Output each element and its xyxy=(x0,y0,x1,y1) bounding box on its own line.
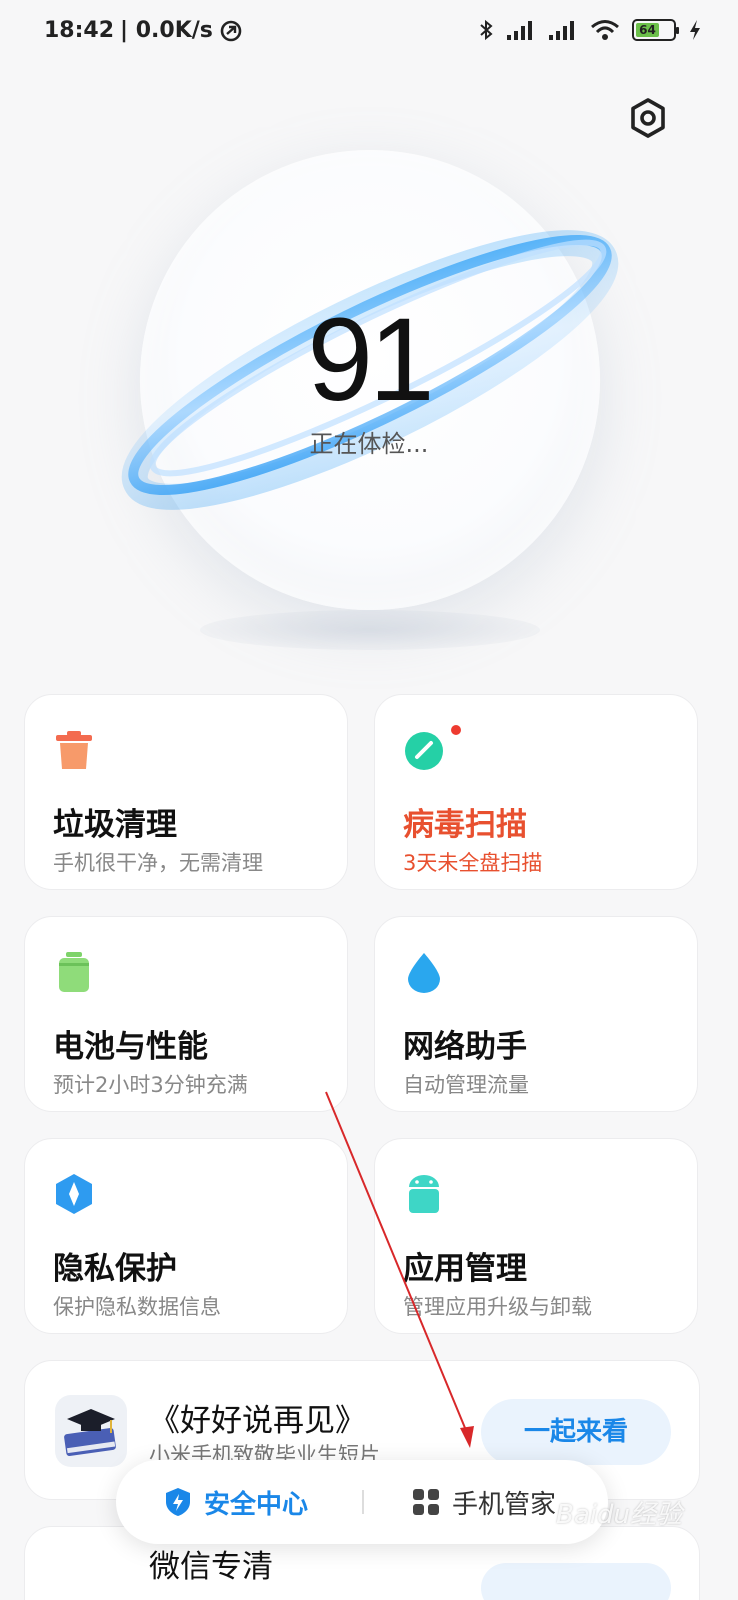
promo2-title: 微信专清 xyxy=(149,1549,273,1585)
bottom-tab-bar: 安全中心 手机管家 xyxy=(116,1460,608,1544)
card-subtitle: 自动管理流量 xyxy=(403,1073,529,1097)
card-title: 隐私保护 xyxy=(53,1251,177,1287)
card-subtitle: 3天未全盘扫描 xyxy=(403,851,543,875)
virus-scan-icon xyxy=(405,732,443,770)
status-time: 18:42 xyxy=(44,18,115,43)
settings-button[interactable] xyxy=(626,96,670,140)
shield-bolt-icon xyxy=(166,1488,190,1516)
card-network-assistant[interactable]: 网络助手 自动管理流量 xyxy=(374,916,698,1112)
status-net-speed: | 0.0K/s xyxy=(120,18,213,43)
grid-apps-icon xyxy=(413,1489,439,1515)
watch-together-button[interactable]: 一起来看 xyxy=(481,1399,671,1465)
card-subtitle: 管理应用升级与卸载 xyxy=(403,1295,592,1319)
battery-icon xyxy=(59,952,89,992)
card-privacy-protection[interactable]: 隐私保护 保护隐私数据信息 xyxy=(24,1138,348,1334)
card-title: 应用管理 xyxy=(403,1251,527,1287)
card-subtitle: 手机很干净，无需清理 xyxy=(53,851,263,875)
card-battery-performance[interactable]: 电池与性能 预计2小时3分钟充满 xyxy=(24,916,348,1112)
promo2-button[interactable] xyxy=(481,1563,671,1600)
battery-level: 64 xyxy=(636,23,660,37)
status-right: 64 xyxy=(478,18,702,42)
water-drop-icon xyxy=(408,953,440,993)
bluetooth-icon xyxy=(480,19,493,41)
tab-security-center[interactable]: 安全中心 xyxy=(164,1460,308,1544)
tab-label: 手机管家 xyxy=(452,1489,557,1520)
card-virus-scan[interactable]: 病毒扫描 3天未全盘扫描 xyxy=(374,694,698,890)
card-subtitle: 保护隐私数据信息 xyxy=(53,1295,221,1319)
nfc-icon xyxy=(220,20,242,41)
signal-icon-2 xyxy=(549,21,574,40)
android-icon xyxy=(409,1175,439,1213)
health-check-status: 正在体检... xyxy=(309,430,429,458)
card-title: 电池与性能 xyxy=(53,1029,208,1065)
notification-dot xyxy=(451,725,461,735)
wifi-icon xyxy=(591,20,619,40)
gear-icon xyxy=(631,98,665,138)
status-left: 18:42 | 0.0K/s xyxy=(44,18,243,43)
card-title: 垃圾清理 xyxy=(53,807,177,843)
card-title: 网络助手 xyxy=(403,1029,527,1065)
charging-bolt-icon xyxy=(690,20,700,40)
signal-icon-1 xyxy=(507,21,532,40)
watermark: Baidu经验 xyxy=(556,1500,682,1530)
card-subtitle: 预计2小时3分钟充满 xyxy=(53,1073,248,1097)
privacy-shield-icon xyxy=(56,1174,92,1214)
tab-phone-manager[interactable]: 手机管家 xyxy=(412,1460,556,1544)
graduation-book-icon xyxy=(55,1395,127,1467)
card-junk-clean[interactable]: 垃圾清理 手机很干净，无需清理 xyxy=(24,694,348,890)
battery-icon: 64 xyxy=(632,19,679,41)
card-title: 病毒扫描 xyxy=(403,807,527,843)
promo-title: 《好好说再见》 xyxy=(149,1403,366,1439)
card-app-management[interactable]: 应用管理 管理应用升级与卸载 xyxy=(374,1138,698,1334)
trash-icon xyxy=(56,731,92,769)
tab-label: 安全中心 xyxy=(204,1489,309,1520)
status-bar: 18:42 | 0.0K/s 64 xyxy=(0,0,738,64)
tab-divider xyxy=(362,1490,364,1514)
health-score: 91 xyxy=(307,294,434,426)
